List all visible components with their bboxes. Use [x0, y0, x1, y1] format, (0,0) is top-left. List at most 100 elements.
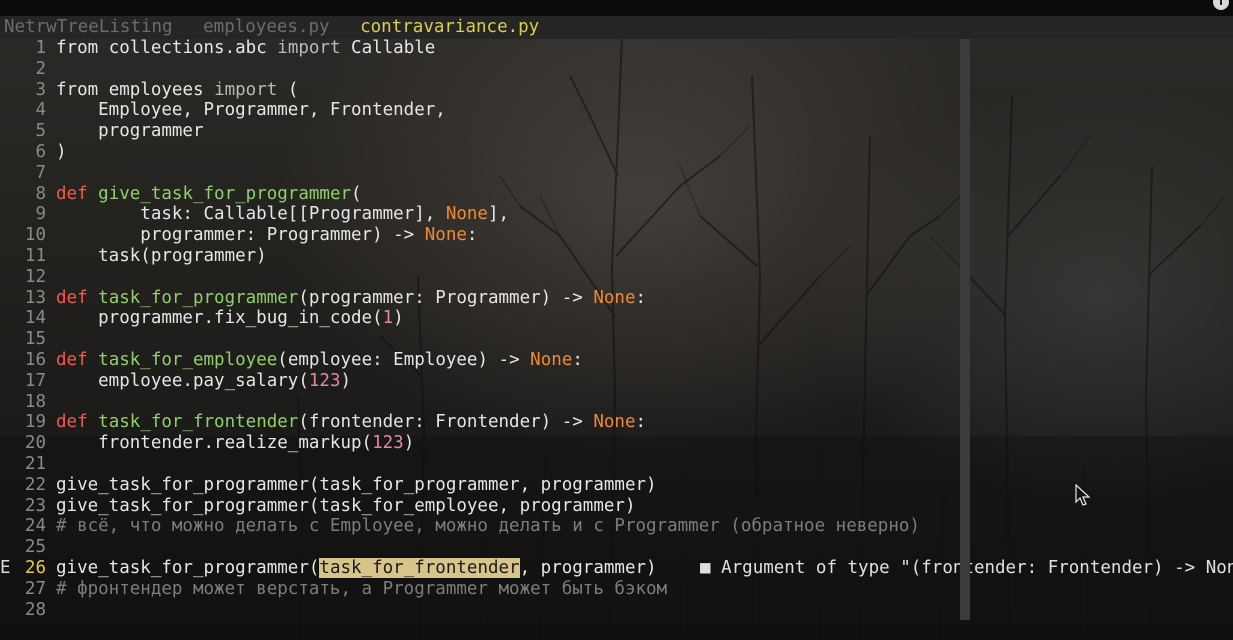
code-text: from collections.abc import Callable [56, 38, 435, 59]
code-line[interactable]: 2 [0, 59, 960, 80]
line-number: 14 [24, 308, 46, 329]
code-text: from employees import ( [56, 80, 298, 101]
error-sign-icon: E [0, 557, 11, 578]
code-text: def give_task_for_programmer( [56, 184, 362, 205]
code-token: ) [340, 370, 352, 391]
code-token: ) [403, 433, 415, 454]
code-text: # всё, что можно делать с Employee, можн… [56, 516, 920, 537]
code-token: : [466, 225, 478, 246]
keyword-token: import [277, 38, 341, 58]
code-line[interactable]: 21 [0, 454, 960, 475]
code-token: ) [56, 141, 67, 162]
code-line[interactable]: 19 def task_for_frontender(frontender: Fr… [0, 412, 960, 433]
tab-employees-py[interactable]: employees.py [199, 16, 331, 39]
code-token: : [635, 412, 647, 433]
code-line[interactable]: 16 def task_for_employee(employee: Employ… [0, 350, 960, 371]
keyword-token: def [56, 349, 88, 370]
code-token: ) [393, 308, 404, 329]
code-text: # фронтендер может верстать, а Programme… [56, 579, 667, 600]
none-token: None [424, 225, 467, 246]
code-token: (frontender: Frontender) -> [298, 412, 594, 433]
code-line[interactable]: 14 programmer.fix_bug_in_code(1) [0, 308, 960, 329]
keyword-token: def [56, 183, 88, 204]
code-line[interactable]: 12 [0, 267, 960, 288]
code-line[interactable]: 5 programmer [0, 121, 960, 142]
code-line[interactable]: 27 # фронтендер может верстать, а Program… [0, 579, 960, 600]
code-text: def task_for_frontender(frontender: Fron… [56, 412, 646, 433]
code-text: def task_for_employee(employee: Employee… [56, 350, 583, 371]
code-text: programmer [56, 121, 203, 142]
code-token: give_task_for_programmer( [56, 557, 320, 578]
line-number: 9 [35, 204, 46, 225]
keyword-token: def [56, 287, 88, 308]
code-line[interactable]: 24 # всё, что можно делать с Employee, мо… [0, 516, 960, 537]
code-text: programmer: Programmer) -> None: [56, 225, 477, 246]
code-line[interactable]: 20 frontender.realize_markup(123) [0, 433, 960, 454]
code-token: frontender.realize_markup( [56, 433, 373, 454]
code-text: give_task_for_programmer(task_for_progra… [56, 475, 657, 496]
number-token: 123 [308, 370, 341, 391]
line-number: 2 [35, 58, 46, 79]
code-line[interactable]: 7 [0, 163, 960, 184]
code-token: (programmer: Programmer) -> [298, 287, 594, 308]
code-line[interactable]: 17 employee.pay_salary(123) [0, 371, 960, 392]
code-text: Employee, Programmer, Frontender, [56, 100, 446, 121]
code-text: task(programmer) [56, 246, 267, 267]
code-line[interactable]: 23 give_task_for_programmer(task_for_empl… [0, 496, 960, 517]
code-token: , programmer) [519, 557, 657, 578]
code-line[interactable]: 9 task: Callable[[Programmer], None], [0, 204, 960, 225]
function-name-token: task_for_employee [98, 349, 278, 370]
line-number: 27 [24, 578, 46, 599]
info-icon[interactable]: i [1213, 0, 1229, 10]
comment-token: # всё, что можно делать с Employee, можн… [56, 516, 920, 537]
arrow-pointer-icon [1075, 483, 1091, 513]
code-text: def task_for_programmer(programmer: Prog… [56, 288, 646, 309]
line-number: 4 [35, 100, 46, 121]
code-line[interactable]: 11 task(programmer) [0, 246, 960, 267]
code-line[interactable]: 22 give_task_for_programmer(task_for_prog… [0, 475, 960, 496]
code-token: : [572, 349, 583, 370]
tab-contravariance-py[interactable]: contravariance.py [356, 16, 541, 39]
line-number: 12 [24, 266, 46, 287]
tab-netrw-tree-listing[interactable]: NetrwTreeListing [0, 16, 175, 39]
code-token: give_task_for_programmer(task_for_progra… [56, 474, 657, 495]
line-number: 16 [24, 349, 46, 370]
code-line[interactable]: 18 [0, 392, 960, 413]
code-line[interactable]: 8 def give_task_for_programmer( [0, 184, 960, 205]
code-editor[interactable]: 1 from collections.abc import Callable 2 3 f… [0, 38, 1233, 621]
code-token: task(programmer) [56, 245, 267, 266]
code-line[interactable]: 15 [0, 329, 960, 350]
function-name-token: task_for_frontender [98, 412, 299, 433]
code-line[interactable]: 25 [0, 537, 960, 558]
number-token: 1 [382, 308, 394, 329]
code-line[interactable]: 10 programmer: Programmer) -> None: [0, 225, 960, 246]
code-line[interactable]: 6) [0, 142, 960, 163]
code-text: programmer.fix_bug_in_code(1) [56, 308, 404, 329]
code-line[interactable]: 4 Employee, Programmer, Frontender, [0, 100, 960, 121]
code-token: Employee, Programmer, Frontender, [56, 100, 446, 121]
code-token: give_task_for_programmer(task_for_employ… [56, 495, 636, 516]
diagnostic-marker-icon: ■ [700, 557, 711, 578]
code-token: ( [277, 79, 299, 100]
code-line[interactable]: 13 def task_for_programmer(programmer: Pr… [0, 288, 960, 309]
diagnostic-text: Argument of type "(frontender: Frontende… [710, 557, 1233, 578]
window-top-bar: i [0, 0, 1233, 16]
line-number: 5 [35, 121, 46, 142]
code-token: employee.pay_salary( [56, 370, 309, 391]
code-token: : [635, 287, 647, 308]
code-line[interactable]: 1 from collections.abc import Callable [0, 38, 960, 59]
function-name-token: task_for_programmer [98, 287, 299, 308]
code-line[interactable]: 3 from employees import ( [0, 80, 960, 101]
code-token: programmer: Programmer) -> [56, 225, 425, 246]
highlighted-token: task_for_frontender [319, 557, 520, 578]
line-number: 11 [24, 245, 46, 266]
window-split-divider[interactable] [960, 39, 970, 620]
code-line[interactable]: 28 [0, 600, 960, 621]
code-line[interactable]: E 26 give_task_for_programmer(task_for_fro… [0, 557, 1233, 579]
code-token: ( [351, 183, 362, 204]
code-text: employee.pay_salary(123) [56, 371, 351, 392]
